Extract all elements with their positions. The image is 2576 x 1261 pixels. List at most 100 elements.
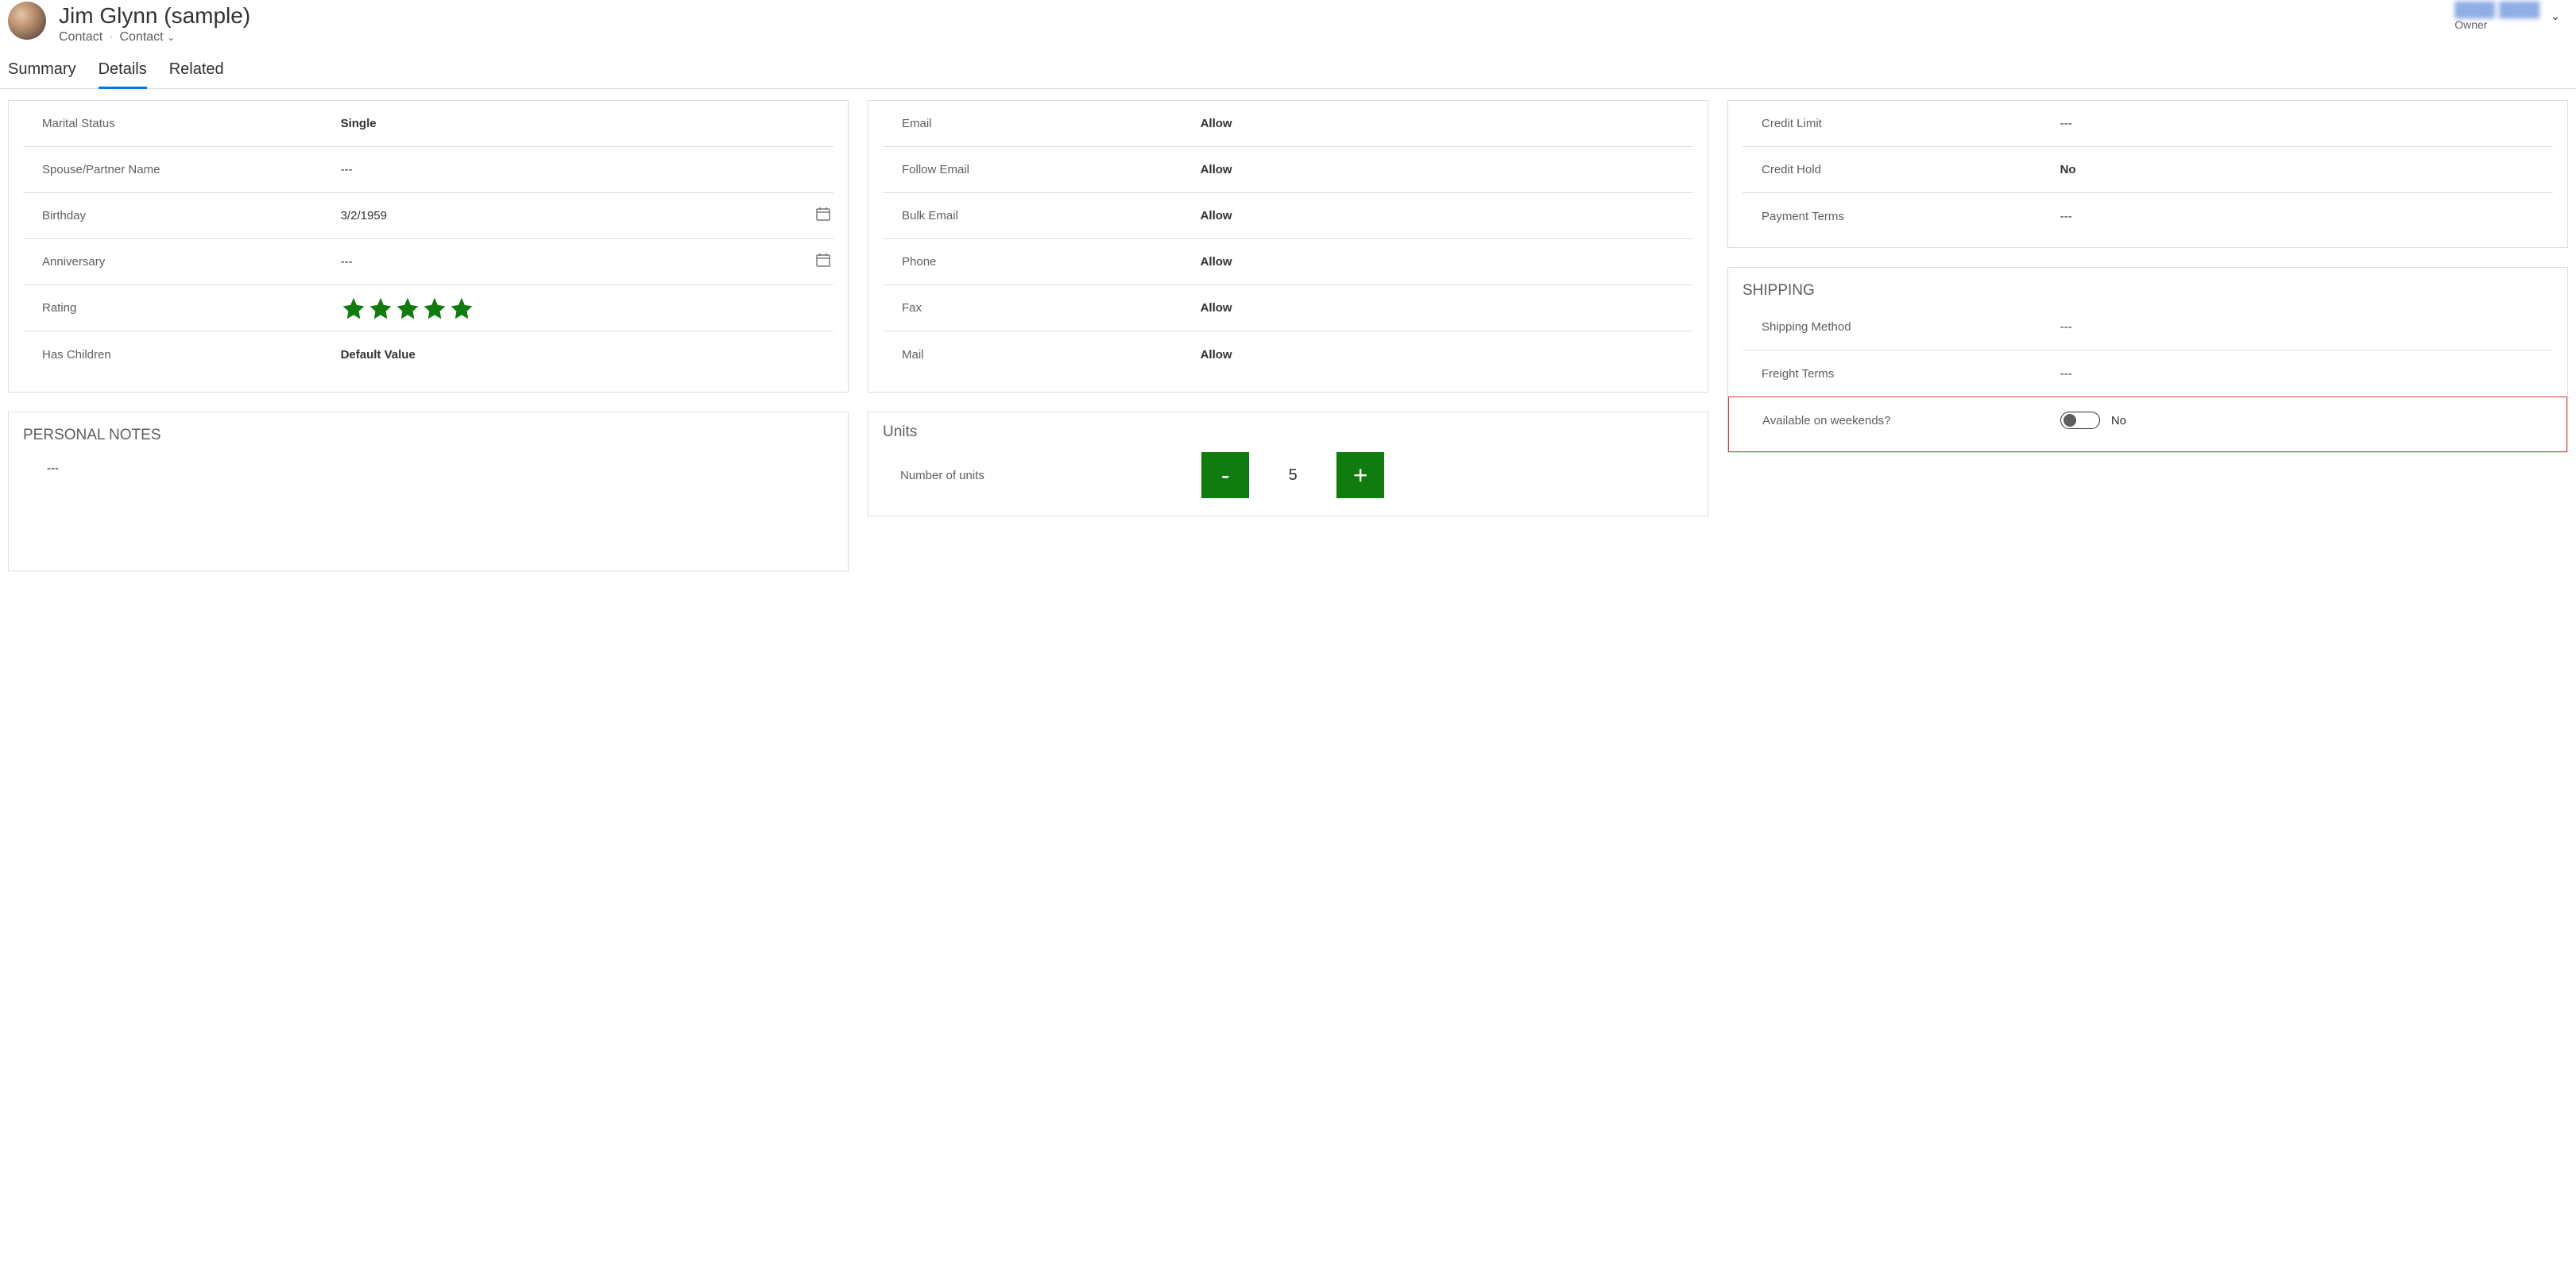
field-value: Allow — [1201, 301, 1693, 315]
owner-label: Owner — [2454, 18, 2539, 31]
field-label: Credit Hold — [1742, 163, 2051, 176]
column-1: Marital Status Single Spouse/Partner Nam… — [8, 100, 849, 571]
field-label: Freight Terms — [1742, 367, 2051, 381]
tab-summary[interactable]: Summary — [8, 60, 76, 88]
header-text: Jim Glynn (sample) Contact · Contact ⌄ — [59, 2, 2442, 44]
field-marital-status[interactable]: Marital Status Single — [23, 101, 834, 147]
field-payment-terms[interactable]: Payment Terms --- — [1742, 193, 2553, 239]
calendar-icon[interactable] — [813, 206, 834, 226]
field-label: Birthday — [23, 209, 331, 222]
field-value: --- — [2060, 320, 2553, 334]
field-value: Allow — [1201, 255, 1693, 269]
breadcrumb-separator: · — [109, 30, 113, 44]
personal-notes-card: PERSONAL NOTES --- — [8, 412, 849, 571]
field-value: --- — [2060, 367, 2553, 381]
shipping-card: SHIPPING Shipping Method --- Freight Ter… — [1727, 267, 2568, 453]
field-label: Phone — [883, 255, 1191, 269]
star-icon[interactable] — [368, 296, 393, 321]
form-selector[interactable]: Contact ⌄ — [119, 30, 175, 44]
field-spouse[interactable]: Spouse/Partner Name --- — [23, 147, 834, 193]
owner-block[interactable]: ████ ████ Owner ⌄ — [2454, 2, 2568, 31]
field-label: Payment Terms — [1742, 210, 2051, 223]
tab-related[interactable]: Related — [169, 60, 224, 88]
field-value: --- — [2060, 117, 2553, 130]
section-title: PERSONAL NOTES — [23, 427, 834, 444]
field-label: Shipping Method — [1742, 320, 2051, 334]
highlighted-field: Available on weekends? No — [1728, 396, 2567, 452]
tab-details[interactable]: Details — [99, 60, 147, 88]
field-shipping-method[interactable]: Shipping Method --- — [1742, 304, 2553, 350]
page-title: Jim Glynn (sample) — [59, 2, 2442, 30]
toggle-knob — [2064, 414, 2076, 427]
star-rating[interactable] — [341, 296, 834, 321]
column-2: Email Allow Follow Email Allow Bulk Emai… — [868, 100, 1708, 516]
field-rating[interactable]: Rating — [23, 285, 834, 331]
tabs: Summary Details Related — [0, 44, 2576, 89]
field-credit-hold[interactable]: Credit Hold No — [1742, 147, 2553, 193]
main-content: Marital Status Single Spouse/Partner Nam… — [0, 89, 2576, 587]
field-bulk-email[interactable]: Bulk Email Allow — [883, 193, 1693, 239]
entity-label: Contact — [59, 30, 102, 44]
field-freight-terms[interactable]: Freight Terms --- — [1742, 350, 2553, 396]
field-label: Follow Email — [883, 163, 1191, 176]
personal-card: Marital Status Single Spouse/Partner Nam… — [8, 100, 849, 393]
chevron-down-icon: ⌄ — [2551, 10, 2560, 23]
section-title: Units — [883, 424, 1693, 441]
units-value[interactable]: 5 — [1249, 466, 1336, 485]
column-3: Credit Limit --- Credit Hold No Payment … — [1727, 100, 2568, 453]
units-row: Number of units - 5 + — [883, 452, 1693, 498]
field-follow-email[interactable]: Follow Email Allow — [883, 147, 1693, 193]
units-card: Units Number of units - 5 + — [868, 412, 1708, 516]
calendar-icon[interactable] — [813, 252, 834, 272]
field-credit-limit[interactable]: Credit Limit --- — [1742, 101, 2553, 147]
field-label: Bulk Email — [883, 209, 1191, 222]
field-phone[interactable]: Phone Allow — [883, 239, 1693, 285]
field-value: No — [2060, 163, 2553, 176]
units-controls: - 5 + — [1201, 452, 1384, 498]
field-label: Spouse/Partner Name — [23, 163, 331, 176]
field-mail[interactable]: Mail Allow — [883, 331, 1693, 377]
field-value: Allow — [1201, 117, 1693, 130]
contact-avatar — [8, 2, 46, 40]
field-label: Marital Status — [23, 117, 331, 130]
star-icon[interactable] — [449, 296, 474, 321]
field-label: Credit Limit — [1742, 117, 2051, 130]
field-value: Single — [341, 117, 834, 130]
field-label: Has Children — [23, 348, 331, 362]
field-available-weekends[interactable]: Available on weekends? No — [1743, 397, 2552, 443]
field-label: Mail — [883, 348, 1191, 362]
billing-card: Credit Limit --- Credit Hold No Payment … — [1727, 100, 2568, 248]
field-label: Fax — [883, 301, 1191, 315]
field-birthday[interactable]: Birthday 3/2/1959 — [23, 193, 834, 239]
chevron-down-icon: ⌄ — [167, 32, 175, 43]
field-has-children[interactable]: Has Children Default Value — [23, 331, 834, 377]
field-value: Allow — [1201, 163, 1693, 176]
field-value: Allow — [1201, 348, 1693, 362]
field-fax[interactable]: Fax Allow — [883, 285, 1693, 331]
increment-button[interactable]: + — [1336, 452, 1384, 498]
field-value: --- — [341, 255, 803, 269]
star-icon[interactable] — [395, 296, 420, 321]
field-value: --- — [341, 163, 834, 176]
breadcrumb: Contact · Contact ⌄ — [59, 30, 2442, 44]
star-icon[interactable] — [341, 296, 366, 321]
owner-name: ████ ████ — [2454, 2, 2539, 18]
star-icon[interactable] — [422, 296, 447, 321]
rating-value — [341, 296, 834, 321]
field-value: --- — [2060, 210, 2553, 223]
decrement-button[interactable]: - — [1201, 452, 1249, 498]
toggle-switch[interactable] — [2060, 412, 2100, 429]
units-label: Number of units — [900, 469, 1201, 482]
owner-meta: ████ ████ Owner — [2454, 2, 2539, 31]
field-value: Default Value — [341, 348, 834, 362]
field-value: Allow — [1201, 209, 1693, 222]
field-email[interactable]: Email Allow — [883, 101, 1693, 147]
field-anniversary[interactable]: Anniversary --- — [23, 239, 834, 285]
field-value: 3/2/1959 — [341, 209, 803, 222]
contact-prefs-card: Email Allow Follow Email Allow Bulk Emai… — [868, 100, 1708, 393]
field-label: Available on weekends? — [1743, 414, 2051, 427]
section-title: SHIPPING — [1742, 282, 2553, 300]
notes-body[interactable]: --- — [23, 462, 834, 475]
record-header: Jim Glynn (sample) Contact · Contact ⌄ █… — [0, 0, 2576, 44]
toggle-wrap: No — [2060, 412, 2552, 429]
